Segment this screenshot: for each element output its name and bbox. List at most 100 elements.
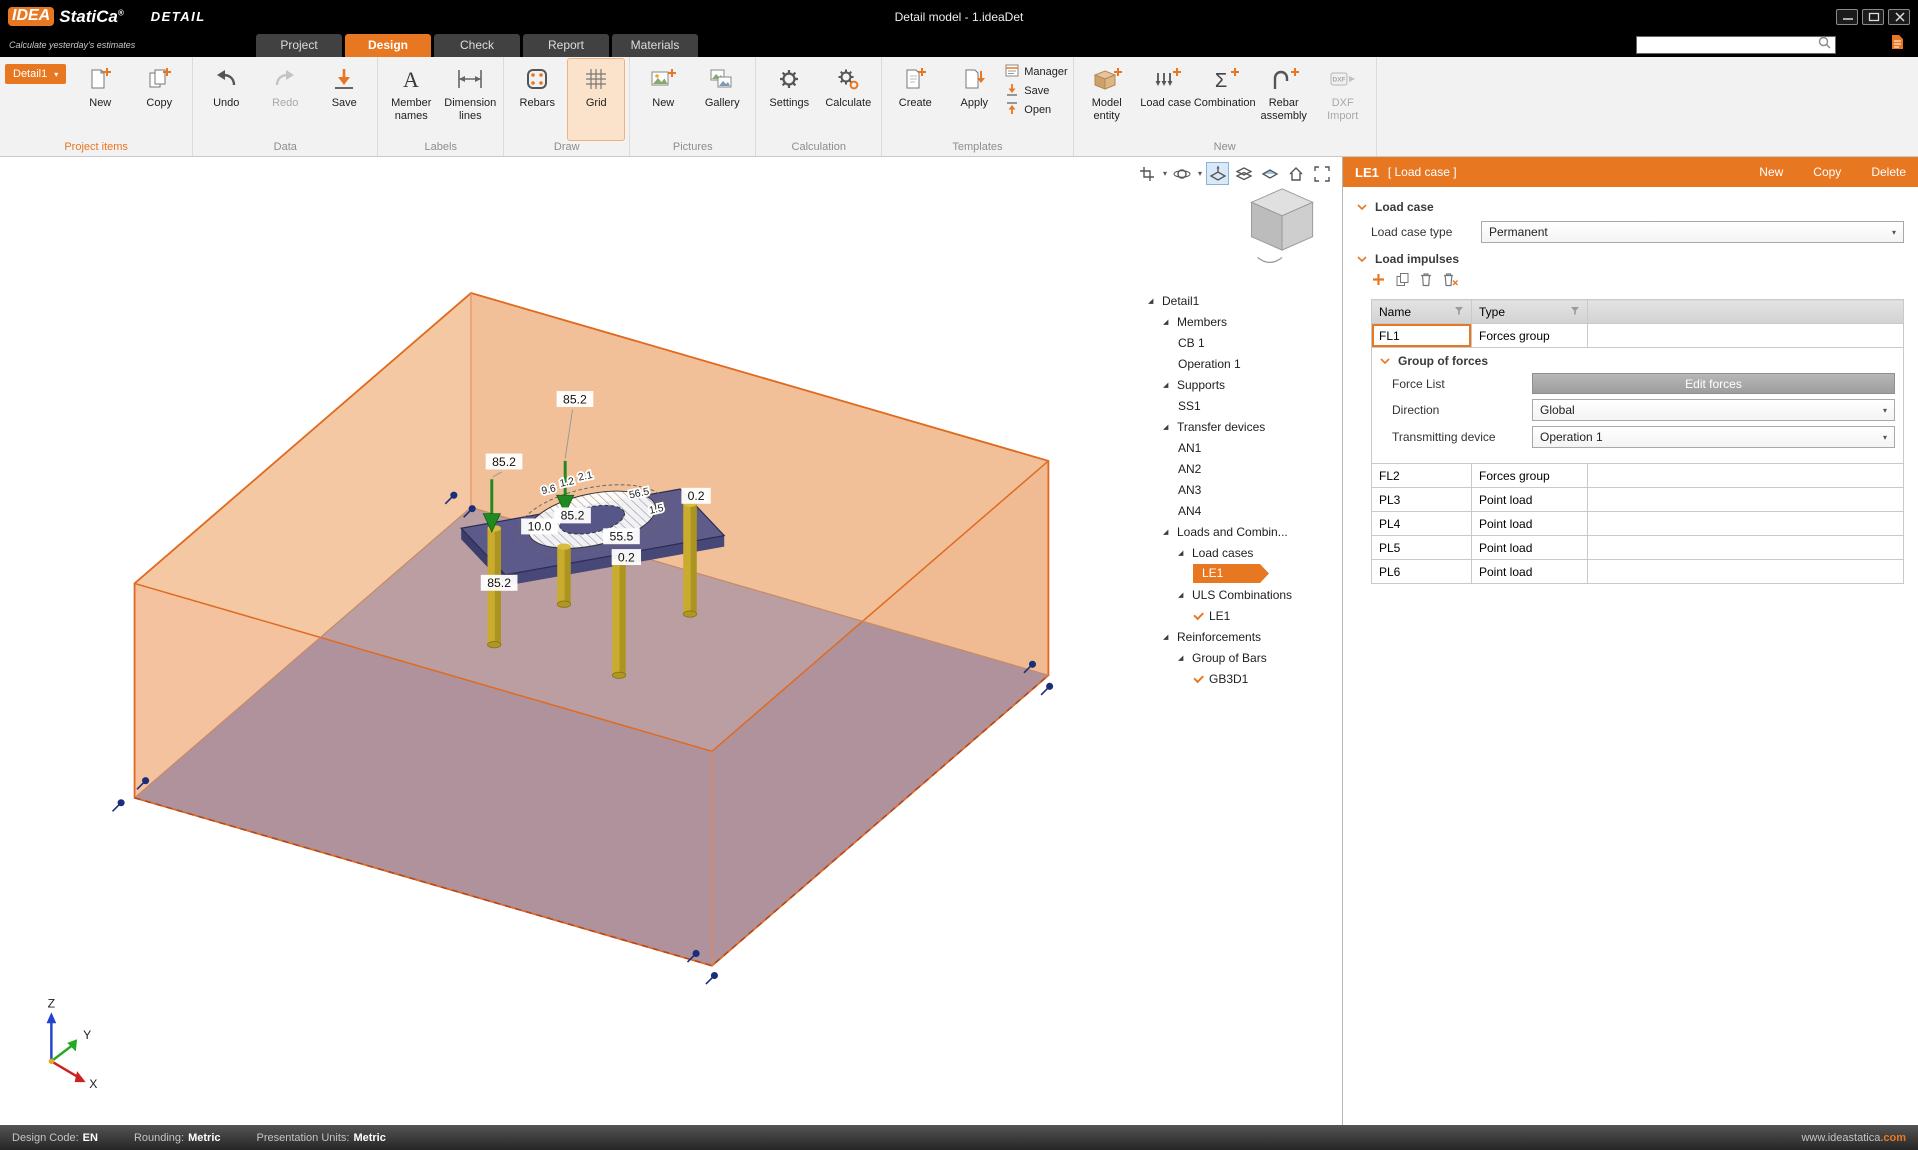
template-open-button[interactable]: Open — [1005, 102, 1067, 118]
settings-button[interactable]: Settings — [761, 59, 817, 140]
impulse-row-pl5[interactable]: PL5Point load — [1372, 536, 1904, 560]
orbit-tool-icon[interactable] — [1172, 163, 1193, 184]
member-names-button[interactable]: A Member names — [383, 59, 439, 140]
expand-icon[interactable]: ◢ — [1163, 423, 1177, 431]
search-box[interactable] — [1636, 36, 1836, 54]
viewport-3d[interactable]: 85.2 85.2 85.2 85.2 0.2 0.2 10.0 55.5 9.… — [0, 157, 1342, 1125]
tree-item-an3[interactable]: AN3 — [1146, 479, 1336, 500]
delete-impulse-icon[interactable] — [1419, 272, 1433, 292]
column-header-type[interactable]: Type — [1472, 300, 1588, 324]
impulse-row-fl2[interactable]: FL2Forces group — [1372, 464, 1904, 488]
tree-item-gb3d1[interactable]: GB3D1 — [1146, 668, 1336, 689]
section-group-of-forces[interactable]: Group of forces — [1380, 354, 1895, 368]
tree-item-members[interactable]: ◢Members — [1146, 311, 1336, 332]
edit-forces-button[interactable]: Edit forces — [1532, 373, 1895, 394]
view-cube[interactable] — [1251, 189, 1312, 263]
impulse-row-pl4[interactable]: PL4Point load — [1372, 512, 1904, 536]
chevron-down-icon[interactable]: ▾ — [1163, 169, 1167, 178]
layers-icon[interactable] — [1233, 163, 1254, 184]
new-project-item-button[interactable]: New — [72, 59, 128, 140]
impulse-row-fl1[interactable]: FL1 Forces group — [1372, 324, 1904, 348]
delete-load-case-button[interactable]: Delete — [1871, 165, 1906, 179]
rebars-button[interactable]: Rebars — [509, 59, 565, 140]
expand-icon[interactable]: ◢ — [1163, 528, 1177, 536]
redo-button[interactable]: Redo — [257, 59, 313, 140]
chevron-down-icon[interactable]: ▾ — [1198, 169, 1202, 178]
impulse-row-pl6[interactable]: PL6Point load — [1372, 560, 1904, 584]
new-picture-button[interactable]: New — [635, 59, 691, 140]
dimension-lines-button[interactable]: Dimension lines — [442, 59, 498, 140]
tree-item-load-cases[interactable]: ◢Load cases — [1146, 542, 1336, 563]
tree-item-group-of-bars[interactable]: ◢Group of Bars — [1146, 647, 1336, 668]
tree-item-operation1[interactable]: Operation 1 — [1146, 353, 1336, 374]
tree-item-ss1[interactable]: SS1 — [1146, 395, 1336, 416]
website-link[interactable]: www.ideastatica.com — [1801, 1132, 1906, 1144]
section-load-case[interactable]: Load case — [1357, 200, 1904, 214]
tab-materials[interactable]: Materials — [612, 34, 698, 57]
undo-button[interactable]: Undo — [198, 59, 254, 140]
dxf-import-button[interactable]: DXF DXF Import — [1315, 59, 1371, 140]
tab-report[interactable]: Report — [523, 34, 609, 57]
delete-all-impulses-icon[interactable] — [1442, 272, 1459, 292]
clipping-plane-icon[interactable] — [1259, 163, 1280, 184]
search-icon[interactable] — [1818, 36, 1831, 54]
copy-load-case-button[interactable]: Copy — [1813, 165, 1841, 179]
crop-tool-icon[interactable] — [1137, 163, 1158, 184]
combination-button[interactable]: Σ Combination — [1197, 59, 1253, 140]
template-manager-button[interactable]: Manager — [1005, 64, 1067, 80]
expand-icon[interactable]: ◢ — [1163, 318, 1177, 326]
rebar-assembly-button[interactable]: Rebar assembly — [1256, 59, 1312, 140]
checkbox-checked-icon[interactable] — [1193, 673, 1205, 685]
template-save-button[interactable]: Save — [1005, 83, 1067, 99]
home-view-icon[interactable] — [1285, 163, 1306, 184]
expand-icon[interactable]: ◢ — [1178, 591, 1192, 599]
expand-icon[interactable]: ◢ — [1178, 654, 1192, 662]
model-entity-button[interactable]: Model entity — [1079, 59, 1135, 140]
new-load-case-button[interactable]: New — [1759, 165, 1783, 179]
fullscreen-icon[interactable] — [1311, 163, 1332, 184]
load-case-button[interactable]: Load case — [1138, 59, 1194, 140]
save-button[interactable]: Save — [316, 59, 372, 140]
expand-icon[interactable]: ◢ — [1163, 633, 1177, 641]
apply-template-button[interactable]: Apply — [946, 59, 1002, 140]
tree-item-cb1[interactable]: CB 1 — [1146, 332, 1336, 353]
expand-icon[interactable]: ◢ — [1163, 381, 1177, 389]
tree-item-supports[interactable]: ◢Supports — [1146, 374, 1336, 395]
minimize-button[interactable] — [1836, 9, 1858, 25]
transmitting-device-select[interactable]: Operation 1 ▾ — [1532, 426, 1895, 448]
workplane-view-icon[interactable] — [1207, 163, 1228, 184]
tree-item-loads-and-combinations[interactable]: ◢Loads and Combin... — [1146, 521, 1336, 542]
copy-project-item-button[interactable]: Copy — [131, 59, 187, 140]
maximize-button[interactable] — [1862, 9, 1884, 25]
checkbox-checked-icon[interactable] — [1193, 610, 1205, 622]
detail1-dropdown[interactable]: Detail1 ▾ — [5, 64, 66, 84]
3d-scene[interactable]: 85.2 85.2 85.2 85.2 0.2 0.2 10.0 55.5 9.… — [0, 157, 1342, 1125]
direction-select[interactable]: Global ▾ — [1532, 399, 1895, 421]
gallery-button[interactable]: Gallery — [694, 59, 750, 140]
tree-item-an4[interactable]: AN4 — [1146, 500, 1336, 521]
tree-item-an1[interactable]: AN1 — [1146, 437, 1336, 458]
column-header-name[interactable]: Name — [1372, 300, 1472, 324]
calculate-button[interactable]: Calculate — [820, 59, 876, 140]
add-impulse-icon[interactable] — [1371, 272, 1386, 292]
duplicate-impulse-icon[interactable] — [1395, 272, 1410, 292]
load-case-type-select[interactable]: Permanent ▾ — [1481, 221, 1904, 243]
create-template-button[interactable]: Create — [887, 59, 943, 140]
filter-icon[interactable] — [1454, 305, 1464, 319]
section-load-impulses[interactable]: Load impulses — [1357, 252, 1904, 266]
tree-item-uls-combinations[interactable]: ◢ULS Combinations — [1146, 584, 1336, 605]
impulse-row-pl3[interactable]: PL3Point load — [1372, 488, 1904, 512]
tree-item-detail1[interactable]: ◢Detail1 — [1146, 290, 1336, 311]
tree-item-reinforcements[interactable]: ◢Reinforcements — [1146, 626, 1336, 647]
close-button[interactable] — [1888, 9, 1910, 25]
tree-item-le1-uls[interactable]: LE1 — [1146, 605, 1336, 626]
search-input[interactable] — [1641, 39, 1818, 51]
grid-button[interactable]: Grid — [568, 59, 624, 140]
tab-project[interactable]: Project — [256, 34, 342, 57]
tree-item-transfer-devices[interactable]: ◢Transfer devices — [1146, 416, 1336, 437]
tree-item-le1-selected[interactable]: LE1 — [1146, 563, 1336, 584]
expand-icon[interactable]: ◢ — [1178, 549, 1192, 557]
tab-design[interactable]: Design — [345, 34, 431, 57]
tab-check[interactable]: Check — [434, 34, 520, 57]
ribbon-pin-icon[interactable] — [1891, 34, 1904, 55]
